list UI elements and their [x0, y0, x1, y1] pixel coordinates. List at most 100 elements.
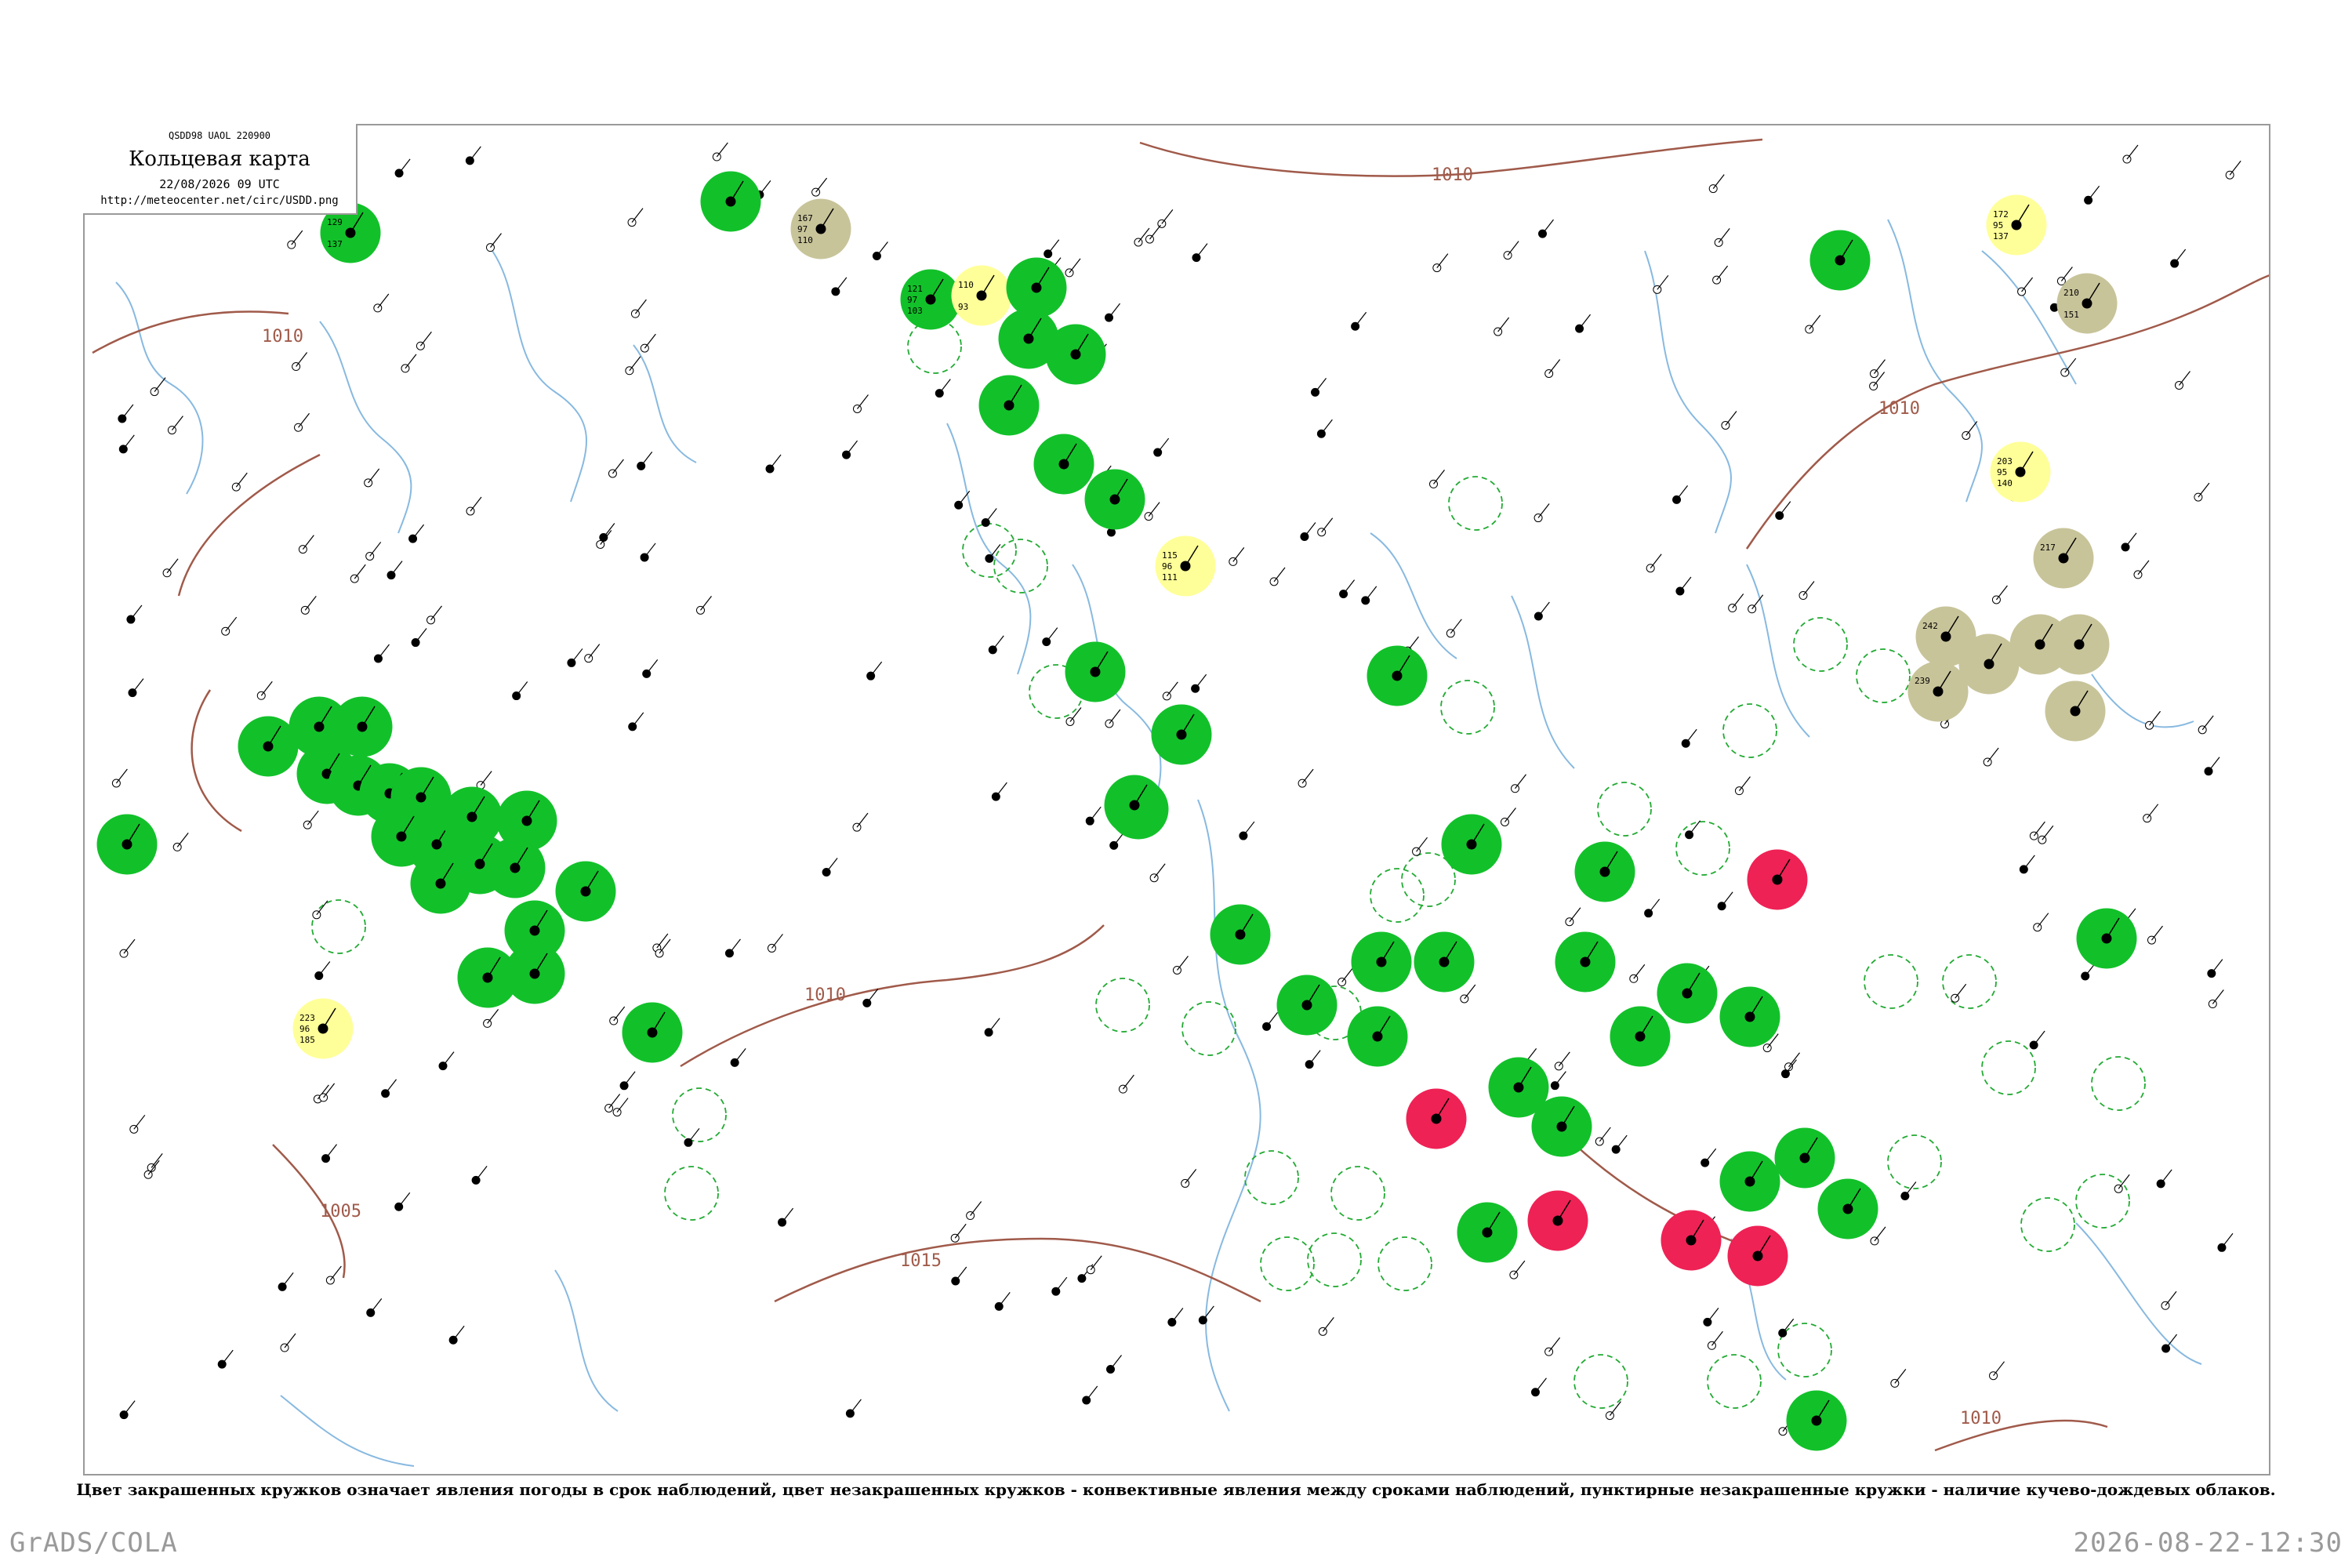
wind-barb [1153, 863, 1166, 879]
wind-barb [2033, 1030, 2045, 1046]
convective-ring [1887, 1134, 1942, 1189]
station-value: 223 [299, 1013, 315, 1023]
station-dot [465, 156, 474, 165]
convective-ring [1095, 978, 1150, 1033]
wind-barb [470, 496, 482, 512]
wind-barb [1450, 619, 1462, 634]
wind-barb [1599, 1127, 1611, 1142]
station-rain [1809, 230, 1871, 291]
isobar-label: 1010 [1432, 165, 1473, 185]
wind-barb [631, 208, 644, 223]
wind-barb [1732, 593, 1744, 608]
station-value: 185 [299, 1035, 315, 1045]
wind-barb [1995, 585, 2008, 601]
wind-barb [1046, 627, 1058, 642]
wind-barb [1497, 317, 1510, 332]
wind-barb [516, 681, 528, 696]
legend-caption: Цвет закрашенных кружков означает явлени… [76, 1480, 2276, 1499]
isobar-label: 1005 [320, 1202, 361, 1221]
wind-barb [1504, 808, 1516, 822]
station-value: 210 [2063, 288, 2079, 298]
station-dot [872, 252, 881, 261]
wind-barb [641, 452, 653, 466]
station-rain: 12197103 [900, 269, 961, 330]
station-rain [700, 171, 761, 232]
wind-barb [369, 542, 382, 557]
wind-barb [1542, 219, 1554, 234]
station-dust: 239 [1907, 661, 1969, 722]
isobar-label: 1010 [1878, 399, 1920, 419]
wind-barb [629, 356, 641, 372]
wind-barb [2198, 482, 2210, 498]
station-dot [231, 482, 241, 492]
wind-barb [2174, 249, 2187, 264]
wind-barb [1513, 1260, 1526, 1276]
wind-barb [1090, 1255, 1102, 1271]
wind-barb [235, 472, 248, 488]
wind-barb [130, 604, 143, 620]
station-dot [1685, 830, 1694, 840]
wind-barb [1176, 956, 1189, 971]
wind-barb [734, 1047, 746, 1063]
wind-barb [398, 158, 411, 174]
station-thunderstorm [1406, 1088, 1467, 1149]
wind-barb [298, 412, 310, 428]
wind-barb [954, 1223, 967, 1239]
station-rain [1033, 434, 1094, 495]
convective-ring [1597, 782, 1652, 837]
station-rain [555, 861, 616, 922]
wind-barb [1679, 576, 1692, 592]
convective-ring [2091, 1056, 2146, 1111]
wind-barb [171, 416, 183, 430]
station-dot [280, 1343, 289, 1352]
wind-barb [728, 938, 741, 954]
station-value: 110 [958, 280, 974, 290]
wind-barb [2021, 277, 2034, 292]
wind-barb [1232, 547, 1245, 562]
wind-barb [2037, 913, 2049, 928]
station-value: 95 [1993, 220, 2003, 230]
station-value: 115 [1162, 550, 1178, 561]
station-value: 172 [1993, 209, 2009, 220]
station-value: 96 [1162, 561, 1172, 572]
wind-barb [2179, 371, 2190, 386]
convective-ring [664, 1166, 719, 1221]
wind-barb [613, 1006, 626, 1022]
wind-barb [1464, 984, 1476, 1000]
wind-barb [1086, 1385, 1098, 1401]
weather-stations: 1679711012913712197103110931159611117295… [96, 171, 2137, 1451]
wind-barb [1569, 907, 1581, 923]
convective-ring [1573, 1354, 1628, 1409]
wind-barb [1161, 209, 1174, 224]
convective-ring [1307, 1232, 1362, 1287]
station-dust [2045, 681, 2106, 742]
station-rain [1774, 1127, 1835, 1189]
station-dot [954, 500, 964, 510]
wind-barb [1171, 1308, 1184, 1323]
wind-barb [2137, 560, 2150, 575]
wind-barb [390, 561, 403, 575]
wind-barb [2126, 144, 2139, 160]
convective-ring [1981, 1040, 2036, 1095]
station-value: 217 [2040, 543, 2056, 553]
wind-barb [225, 616, 238, 632]
wind-barb [291, 230, 303, 245]
wind-barb [1069, 258, 1081, 274]
station-dot [111, 779, 121, 788]
convective-ring [1722, 703, 1777, 758]
wind-barb [1809, 314, 1821, 330]
station-value: 129 [327, 217, 343, 227]
wind-barb [329, 1265, 342, 1281]
wind-barb [398, 1192, 411, 1207]
wind-barb [1110, 1355, 1122, 1370]
map-canvas: 1010 1010 1010 1010 1015 1005 1010 16797… [92, 138, 2269, 1467]
wind-barb [1149, 224, 1161, 240]
wind-barb [938, 379, 951, 394]
wind-barb [412, 524, 425, 539]
wind-barb [1716, 265, 1729, 281]
convective-ring [1675, 821, 1730, 876]
wind-barb [998, 1292, 1011, 1307]
wind-barb [955, 1266, 967, 1282]
source-url[interactable]: http://meteocenter.net/circ/USDD.png [83, 194, 356, 207]
wind-barb [1122, 1074, 1134, 1090]
